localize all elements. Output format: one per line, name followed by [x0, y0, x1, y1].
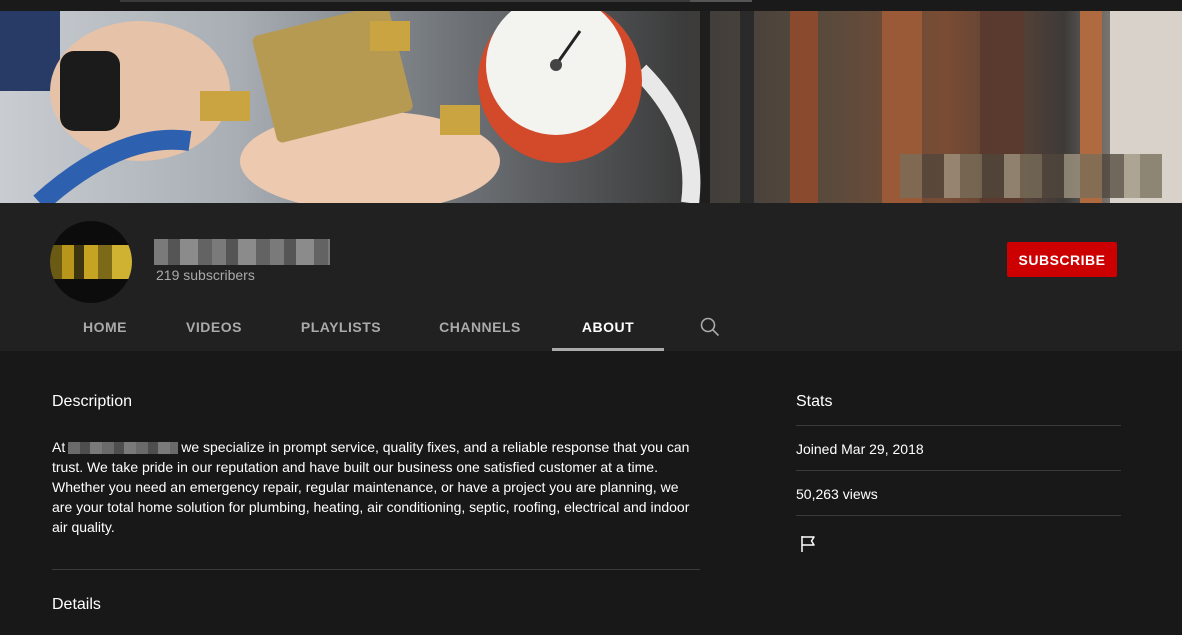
- top-bar-line: [120, 0, 690, 2]
- stats-heading: Stats: [796, 393, 833, 410]
- banner-watermark-redacted: [900, 154, 1162, 198]
- top-bar-line-2: [690, 0, 752, 2]
- details-heading: Details: [52, 596, 101, 613]
- search-icon[interactable]: [678, 303, 742, 351]
- joined-date: Joined Mar 29, 2018: [796, 441, 924, 457]
- business-name-redacted: [68, 442, 179, 455]
- tab-videos[interactable]: VIDEOS: [158, 303, 270, 351]
- stats-divider: [796, 425, 1121, 426]
- avatar[interactable]: [50, 221, 132, 303]
- view-count: 50,263 views: [796, 486, 878, 502]
- tab-home[interactable]: HOME: [52, 303, 158, 351]
- channel-name-redacted: [154, 239, 330, 265]
- avatar-image-redacted: [50, 245, 132, 279]
- channel-banner: [0, 11, 1182, 203]
- subscribe-button[interactable]: SUBSCRIBE: [1007, 242, 1117, 277]
- channel-header: 219 subscribers SUBSCRIBE HOME VIDEOS PL…: [0, 203, 1182, 351]
- stats-divider: [796, 470, 1121, 471]
- description-divider: [52, 569, 700, 570]
- description-text: At we specialize in prompt service, quali…: [52, 437, 700, 537]
- tab-channels[interactable]: CHANNELS: [412, 303, 548, 351]
- channel-tabs: HOME VIDEOS PLAYLISTS CHANNELS ABOUT: [52, 303, 742, 351]
- tab-playlists[interactable]: PLAYLISTS: [270, 303, 412, 351]
- description-heading: Description: [52, 393, 133, 410]
- subscriber-count: 219 subscribers: [156, 267, 255, 283]
- tab-about[interactable]: ABOUT: [552, 303, 664, 351]
- description-prefix: At: [52, 439, 66, 455]
- flag-icon[interactable]: [800, 535, 818, 553]
- browser-top-strip: [0, 0, 1182, 11]
- stats-divider: [796, 515, 1121, 516]
- about-content: Description At we specialize in prompt se…: [0, 351, 1182, 635]
